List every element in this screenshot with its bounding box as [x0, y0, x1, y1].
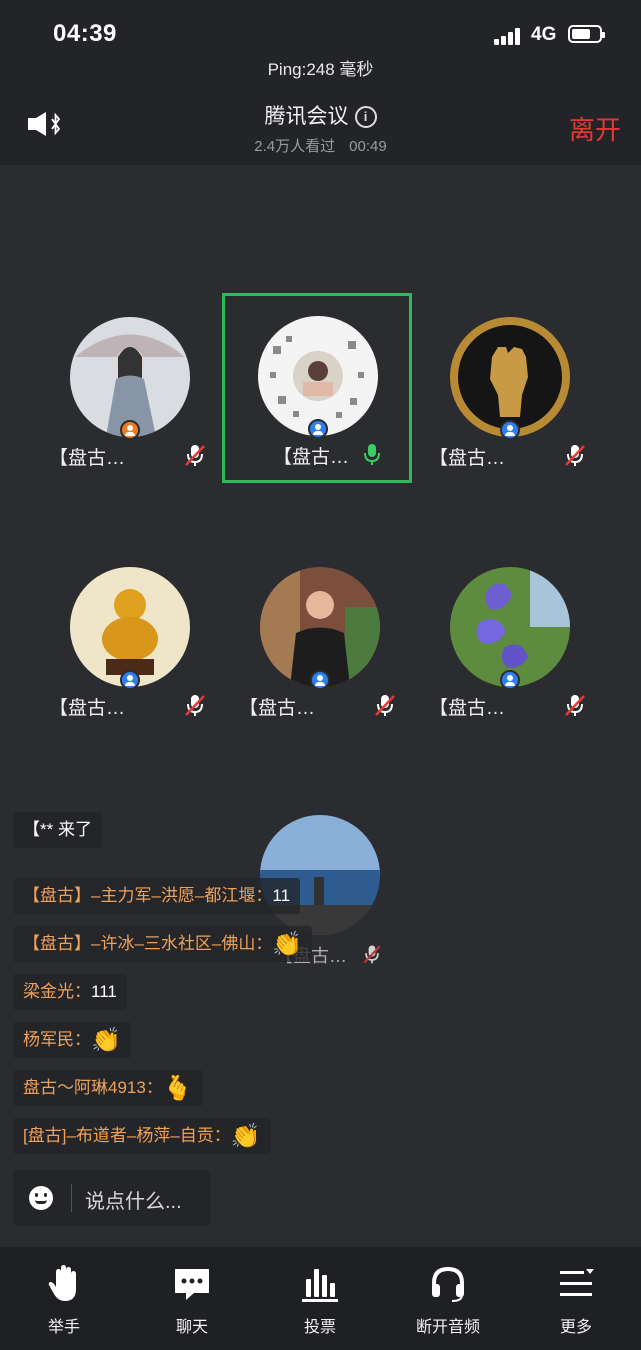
meeting-title: 腾讯会议	[264, 105, 349, 128]
clap-emoji-icon: 👏	[230, 1123, 261, 1150]
bottom-toolbar: 举手 聊天 投票 断开音频 更多	[0, 1247, 641, 1350]
leave-button[interactable]: 离开	[569, 110, 621, 147]
disconnect-audio-label: 断开音频	[415, 1319, 480, 1336]
user-badge-icon	[310, 670, 330, 690]
chat-icon	[175, 1269, 209, 1300]
status-time: 04:39	[53, 20, 117, 47]
participant-name: 【盘古…	[49, 698, 126, 719]
woman-umbrella-avatar	[70, 317, 190, 437]
chat-message: [盘古]–布道者–杨萍–自贡：👏	[13, 1118, 271, 1154]
user-badge-icon	[500, 670, 520, 690]
chat-button[interactable]: 聊天	[128, 1247, 256, 1350]
mic-muted-icon	[375, 695, 395, 716]
chat-input-placeholder: 说点什么...	[85, 1191, 182, 1213]
qr-code-avatar	[258, 316, 378, 436]
participant-name: 【盘古…	[429, 698, 506, 719]
participant-tile[interactable]: 【盘古…	[225, 545, 415, 735]
clap-emoji-icon: 👏	[91, 1027, 121, 1054]
participant-name: 【盘古…	[239, 698, 316, 719]
mic-muted-icon	[185, 445, 205, 466]
battery-icon	[568, 25, 605, 43]
mic-muted-icon	[565, 445, 585, 466]
user-badge-icon	[500, 420, 520, 440]
vote-label: 投票	[303, 1319, 336, 1336]
input-divider	[71, 1184, 72, 1212]
golden-gourd-avatar	[70, 567, 190, 687]
raise-hand-label: 举手	[47, 1319, 80, 1336]
participant-tile[interactable]: 【盘古…	[35, 295, 225, 485]
user-badge-icon	[120, 670, 140, 690]
finger-heart-emoji-icon: 🫰	[162, 1075, 193, 1102]
meeting-subtitle: 2.4万人看过 00:49	[0, 135, 641, 156]
participant-tile[interactable]: 【盘古…	[35, 545, 225, 735]
man-portrait-avatar	[260, 567, 380, 687]
mic-muted-icon	[565, 695, 585, 716]
host-badge-icon	[120, 420, 140, 440]
status-bar: 04:39 4G Ping:248 毫秒	[0, 0, 641, 80]
ping-readout: Ping:248 毫秒	[267, 60, 374, 79]
more-label: 更多	[559, 1319, 592, 1336]
chat-message: 【盘古】–主力军–洪愿–都江堰：11	[13, 878, 301, 914]
meeting-title-row[interactable]: 腾讯会议 i	[0, 100, 641, 130]
purple-flower-avatar	[450, 567, 570, 687]
chat-message: 盘古～阿琳4913：🫰	[13, 1070, 203, 1106]
raise-hand-button[interactable]: 举手	[0, 1247, 128, 1350]
vote-button[interactable]: 投票	[256, 1247, 384, 1350]
chat-label: 聊天	[175, 1319, 208, 1336]
viewer-count: 2.4万人看过	[254, 138, 336, 155]
clap-emoji-icon: 👏	[272, 931, 303, 958]
emoji-icon[interactable]	[29, 1186, 53, 1210]
participant-tile[interactable]: 【盘古…	[415, 295, 605, 485]
disconnect-audio-button[interactable]: 断开音频	[384, 1247, 512, 1350]
vote-icon	[302, 1269, 338, 1302]
raised-fist-avatar	[450, 317, 570, 437]
chat-message: 杨军民：👏	[13, 1022, 131, 1058]
participant-name: 【盘古…	[429, 448, 506, 469]
network-type: 4G	[531, 24, 557, 45]
participant-tile-active[interactable]: 【盘古…	[222, 293, 412, 483]
participant-name: 【盘古…	[49, 448, 126, 469]
info-icon[interactable]: i	[354, 106, 377, 128]
chat-input[interactable]: 说点什么...	[13, 1170, 210, 1226]
participant-tile[interactable]: 【盘古…	[415, 545, 605, 735]
chat-message: 【盘古】–许冰–三水社区–佛山：👏	[13, 926, 313, 962]
seaside-avatar	[260, 815, 380, 935]
raise-hand-icon	[48, 1265, 76, 1301]
participant-name: 【盘古…	[273, 447, 350, 468]
mic-speaking-icon	[364, 444, 380, 465]
mic-muted-icon	[363, 945, 381, 964]
signal-icon	[494, 27, 524, 45]
meeting-duration: 00:49	[349, 138, 387, 155]
chat-message: 梁金光：111	[13, 974, 127, 1010]
meeting-header: 腾讯会议 i 2.4万人看过 00:49 离开	[0, 80, 641, 165]
more-menu-icon	[560, 1269, 594, 1296]
more-button[interactable]: 更多	[512, 1247, 640, 1350]
user-badge-icon	[308, 419, 328, 439]
chat-message-join: 【** 来了	[13, 812, 102, 848]
mic-muted-icon	[185, 695, 205, 716]
headset-icon	[432, 1266, 464, 1302]
